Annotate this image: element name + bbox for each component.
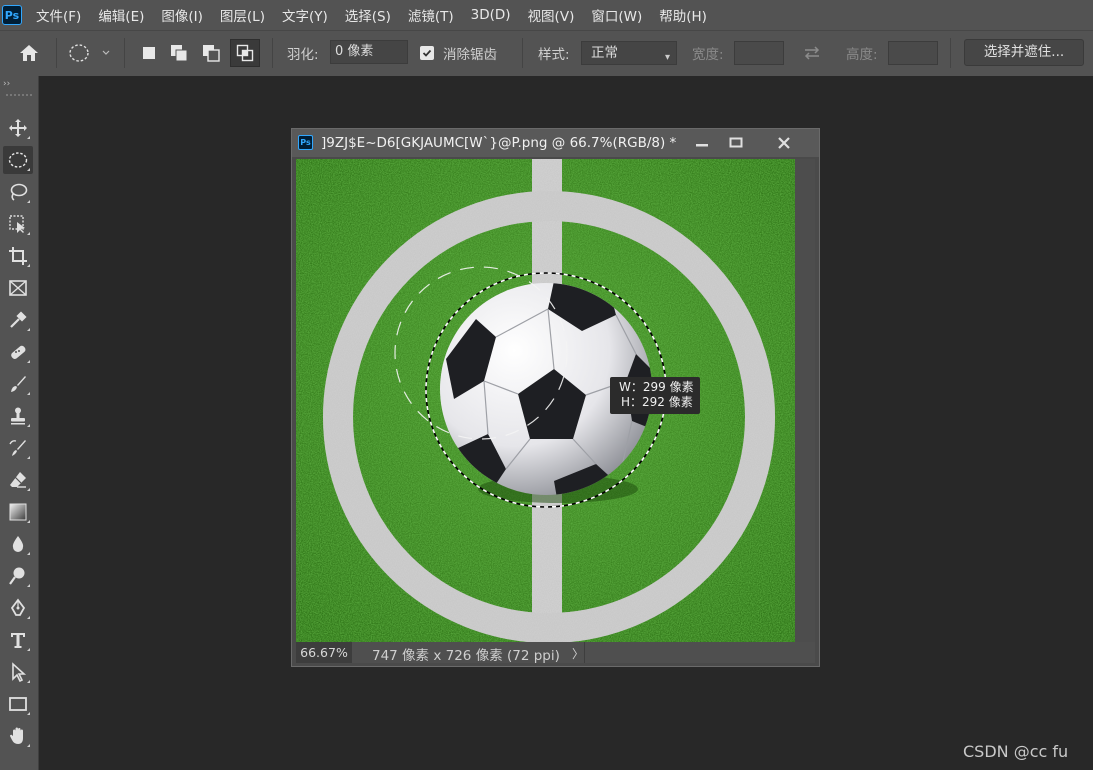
vertical-scrollbar[interactable]	[795, 159, 815, 642]
separator	[522, 38, 523, 68]
photoshop-document-icon: Ps	[298, 135, 313, 150]
chevron-down-icon: ▾	[664, 52, 670, 63]
menu-help[interactable]: 帮助(H)	[659, 5, 707, 25]
feather-label: 羽化:	[287, 47, 319, 63]
elliptical-marquee-tool-icon[interactable]	[3, 146, 33, 174]
style-label: 样式:	[538, 47, 570, 63]
status-separator	[584, 642, 585, 663]
menu-file[interactable]: 文件(F)	[36, 5, 81, 25]
dodge-tool-icon[interactable]	[3, 562, 33, 590]
healing-brush-tool-icon[interactable]	[3, 338, 33, 366]
menu-bar: Ps 文件(F) 编辑(E) 图像(I) 图层(L) 文字(Y) 选择(S) 滤…	[0, 0, 1093, 30]
height-input[interactable]	[888, 41, 938, 65]
clone-stamp-tool-icon[interactable]	[3, 402, 33, 430]
close-icon[interactable]	[770, 132, 798, 154]
menu-image[interactable]: 图像(I)	[161, 5, 203, 25]
tool-preset-picker[interactable]	[68, 42, 110, 64]
frame-tool-icon[interactable]	[3, 274, 33, 302]
options-bar: 羽化: 0 像素 消除锯齿 样式: 正常 ▾ 宽度: 高度: 选择并遮住...	[0, 30, 1093, 76]
select-and-mask-button[interactable]: 选择并遮住...	[964, 39, 1084, 66]
blur-tool-icon[interactable]	[3, 530, 33, 558]
separator	[950, 38, 951, 68]
move-tool-icon[interactable]	[3, 114, 33, 142]
status-bar: 66.67% 747 像素 x 726 像素 (72 ppi) 〉	[296, 642, 815, 664]
tooltip-height: H：292 像素	[621, 395, 693, 409]
tooltip-width: W：299 像素	[619, 380, 694, 394]
menu-3d[interactable]: 3D(D)	[471, 7, 511, 23]
checkmark-icon	[422, 49, 432, 57]
rectangle-tool-icon[interactable]	[3, 690, 33, 718]
photoshop-logo-icon[interactable]: Ps	[2, 5, 22, 25]
menu-type[interactable]: 文字(Y)	[282, 5, 328, 25]
lasso-tool-icon[interactable]	[3, 178, 33, 206]
soccer-field-image	[296, 159, 795, 642]
brush-tool-icon[interactable]	[3, 370, 33, 398]
panel-collapse-icon[interactable]: ››	[3, 79, 10, 89]
selection-size-tooltip: W：299 像素 H：292 像素	[610, 377, 700, 414]
menu-view[interactable]: 视图(V)	[528, 5, 575, 25]
maximize-icon[interactable]	[722, 132, 750, 154]
eyedropper-tool-icon[interactable]	[3, 306, 33, 334]
height-label: 高度:	[846, 47, 878, 63]
image-canvas[interactable]: W：299 像素 H：292 像素	[296, 159, 795, 642]
pen-tool-icon[interactable]	[3, 594, 33, 622]
path-selection-tool-icon[interactable]	[3, 658, 33, 686]
eraser-tool-icon[interactable]	[3, 466, 33, 494]
feather-input[interactable]: 0 像素	[330, 40, 408, 64]
add-to-selection-icon[interactable]	[168, 42, 190, 64]
home-icon[interactable]	[18, 42, 40, 64]
menu-edit[interactable]: 编辑(E)	[98, 5, 144, 25]
gradient-tool-icon[interactable]	[3, 498, 33, 526]
object-selection-tool-icon[interactable]	[3, 210, 33, 238]
menu-select[interactable]: 选择(S)	[345, 5, 391, 25]
menu-layer[interactable]: 图层(L)	[220, 5, 265, 25]
subtract-from-selection-icon[interactable]	[200, 42, 222, 64]
menu-filter[interactable]: 滤镜(T)	[408, 5, 454, 25]
menu-window[interactable]: 窗口(W)	[591, 5, 642, 25]
document-size-info: 747 像素 x 726 像素 (72 ppi)	[372, 648, 560, 664]
separator	[124, 38, 125, 68]
history-brush-tool-icon[interactable]	[3, 434, 33, 462]
separator	[272, 38, 273, 68]
swap-width-height-icon[interactable]	[801, 42, 823, 64]
separator	[56, 38, 57, 68]
antialias-label: 消除锯齿	[443, 47, 497, 63]
zoom-level-field[interactable]: 66.67%	[296, 642, 352, 663]
new-selection-icon[interactable]	[138, 42, 160, 64]
style-select[interactable]: 正常 ▾	[581, 41, 677, 65]
style-select-value: 正常	[591, 45, 618, 61]
crop-tool-icon[interactable]	[3, 242, 33, 270]
intersect-selection-icon[interactable]	[230, 39, 260, 67]
hand-tool-icon[interactable]	[3, 722, 33, 750]
document-title-bar[interactable]: Ps ]9ZJ$E~D6[GKJAUMC[W`}@P.png @ 66.7%(R…	[292, 129, 819, 157]
watermark: CSDN @cc fu	[963, 742, 1069, 761]
status-menu-arrow-icon[interactable]: 〉	[572, 645, 584, 662]
panel-grip[interactable]	[6, 94, 32, 100]
type-tool-icon[interactable]	[3, 626, 33, 654]
minimize-icon[interactable]	[688, 132, 716, 154]
width-input[interactable]	[734, 41, 784, 65]
document-window[interactable]: Ps ]9ZJ$E~D6[GKJAUMC[W`}@P.png @ 66.7%(R…	[291, 128, 820, 667]
tools-panel: ››	[0, 76, 39, 770]
antialias-checkbox[interactable]	[420, 46, 434, 60]
document-title: ]9ZJ$E~D6[GKJAUMC[W`}@P.png @ 66.7%(RGB/…	[321, 135, 677, 151]
width-label: 宽度:	[692, 47, 724, 63]
